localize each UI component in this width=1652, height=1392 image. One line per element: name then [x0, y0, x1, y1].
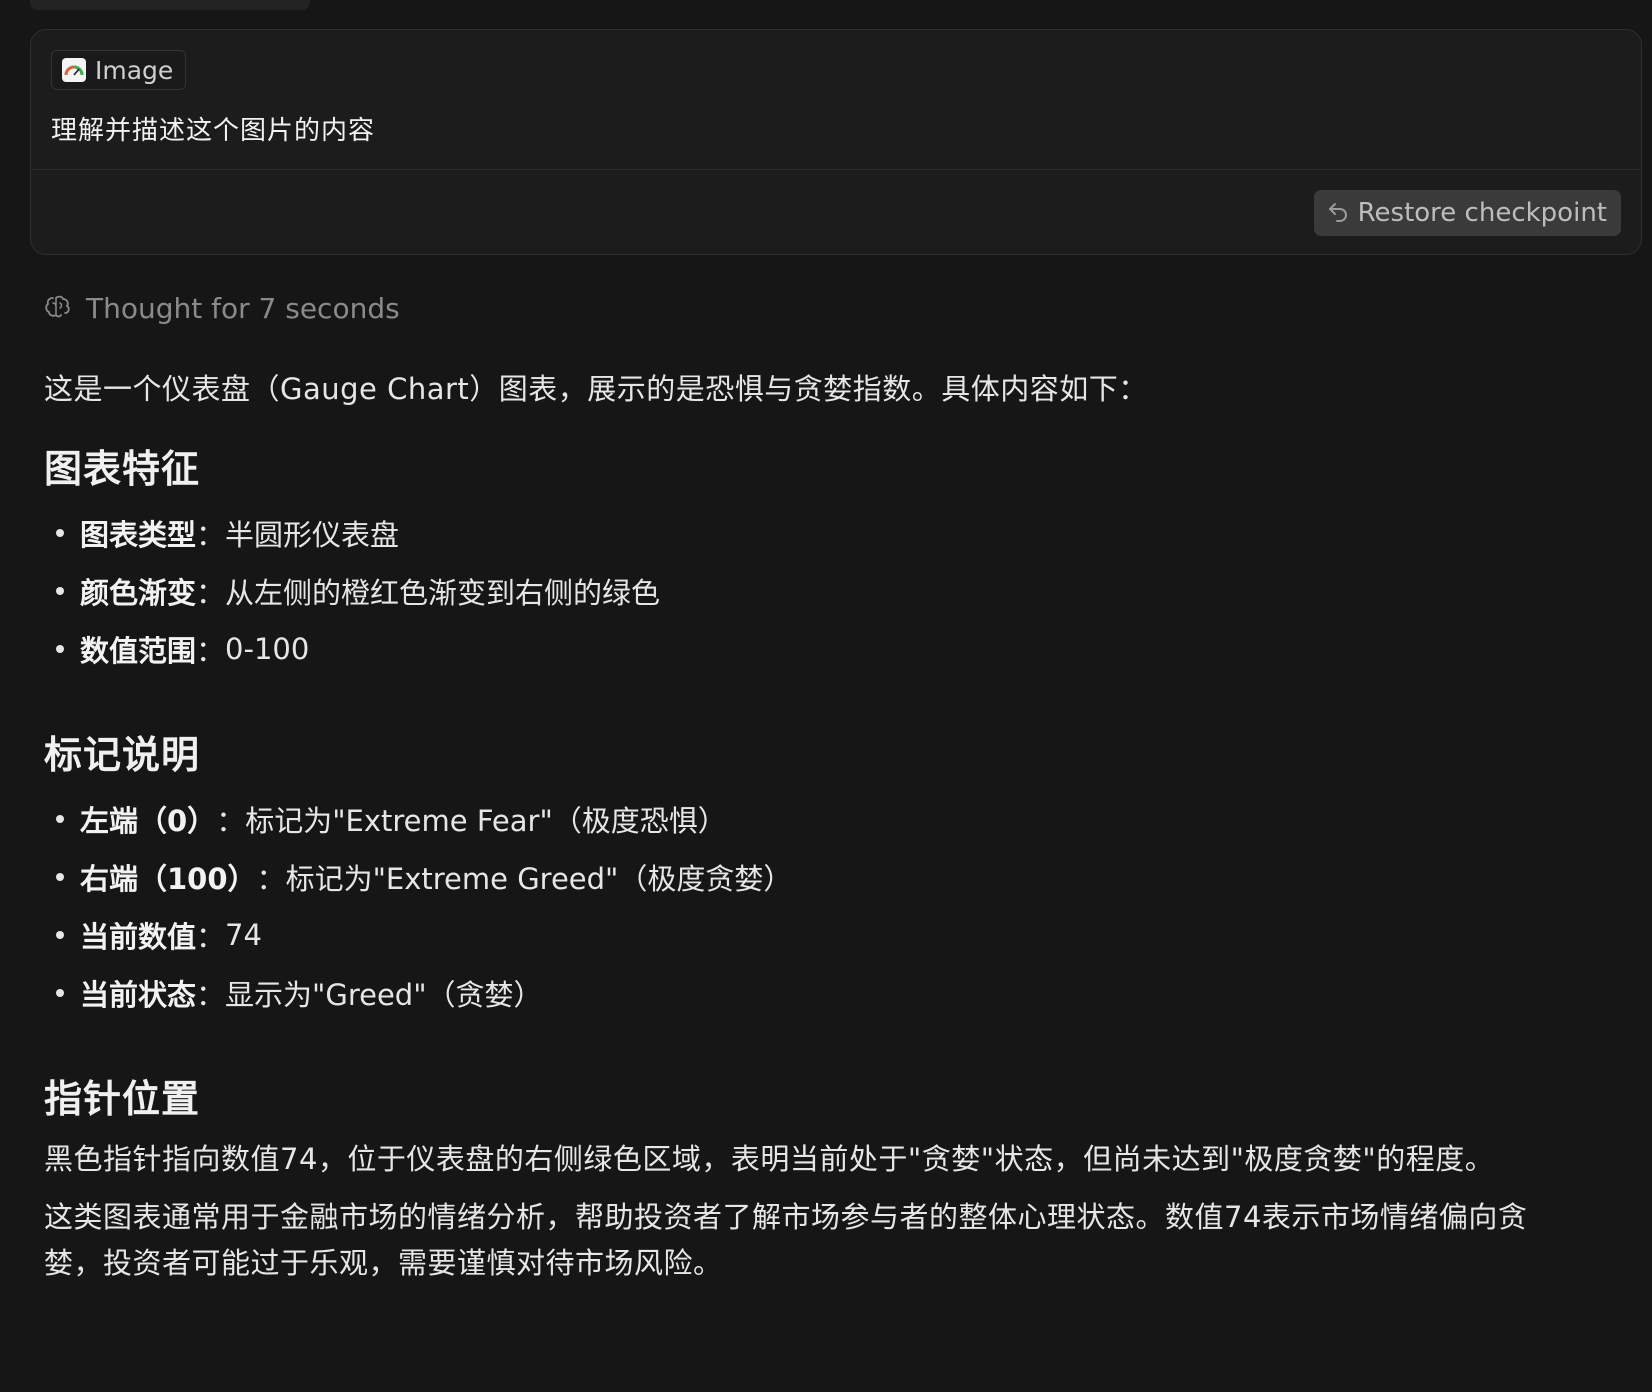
bullet-separator: ：	[196, 920, 226, 954]
list-item: 当前数值： 74	[44, 914, 262, 956]
image-attachment-chip[interactable]: Image	[51, 50, 187, 90]
bullet-key: 数值范围	[80, 634, 197, 668]
image-thumbnail-icon	[62, 58, 86, 82]
undo-arrow-icon	[1326, 199, 1350, 227]
bullet-key: 左端（0）	[80, 804, 217, 838]
thought-toggle[interactable]: Thought for 7 seconds	[44, 292, 400, 325]
bullet-dot	[56, 529, 64, 537]
bullet-dot	[56, 873, 64, 881]
attachment-label: Image	[95, 55, 174, 85]
bullet-dot	[56, 815, 64, 823]
response-paragraph: 这类图表通常用于金融市场的情绪分析，帮助投资者了解市场参与者的整体心理状态。数值…	[44, 1200, 1528, 1280]
bullet-separator: ：	[196, 576, 226, 610]
section-heading-marker-notes: 标记说明	[44, 733, 201, 777]
list-item: 图表类型：半圆形仪表盘	[44, 512, 399, 554]
card-divider	[31, 169, 1641, 170]
bullet-separator: ：	[256, 862, 286, 896]
bullet-value: 显示为"Greed"（贪婪）	[225, 978, 543, 1012]
section-heading-pointer-position: 指针位置	[44, 1077, 201, 1121]
previous-element-stub	[30, 0, 310, 10]
response-paragraph: 黑色指针指向数值74，位于仪表盘的右侧绿色区域，表明当前处于"贪婪"状态，但尚未…	[44, 1142, 1495, 1176]
restore-checkpoint-button[interactable]: Restore checkpoint	[1313, 190, 1621, 236]
bullet-key: 当前数值	[80, 920, 197, 954]
bullet-key: 右端（100）	[80, 862, 257, 896]
bullet-value: 从左侧的橙红色渐变到右侧的绿色	[225, 576, 661, 610]
thought-duration-label: Thought for 7 seconds	[86, 292, 400, 325]
bullet-separator: ：	[196, 634, 226, 668]
bullet-separator: ：	[216, 804, 246, 838]
list-item: 颜色渐变：从左侧的橙红色渐变到右侧的绿色	[44, 570, 660, 612]
user-message-card: Image 理解并描述这个图片的内容 Restore checkpoint	[30, 29, 1642, 255]
bullet-dot	[56, 645, 64, 653]
bullet-dot	[56, 587, 64, 595]
bullet-key: 当前状态	[80, 978, 197, 1012]
bullet-value: 74	[225, 918, 262, 952]
response-intro: 这是一个仪表盘（Gauge Chart）图表，展示的是恐惧与贪婪指数。具体内容如…	[44, 372, 1148, 406]
bullet-dot	[56, 931, 64, 939]
bullet-key: 图表类型	[80, 518, 197, 552]
list-item: 左端（0）：标记为"Extreme Fear"（极度恐惧）	[44, 798, 727, 840]
list-item: 右端（100）：标记为"Extreme Greed"（极度贪婪）	[44, 856, 792, 898]
bullet-separator: ：	[196, 518, 226, 552]
bullet-value: 半圆形仪表盘	[225, 518, 400, 552]
restore-checkpoint-label: Restore checkpoint	[1357, 198, 1607, 228]
user-prompt-text: 理解并描述这个图片的内容	[51, 116, 376, 146]
bullet-key: 颜色渐变	[80, 576, 197, 610]
list-item: 数值范围： 0-100	[44, 628, 309, 670]
brain-icon	[44, 294, 72, 324]
bullet-value: 0-100	[225, 632, 310, 666]
section-heading-chart-features: 图表特征	[44, 447, 201, 491]
bullet-separator: ：	[196, 978, 226, 1012]
bullet-value: 标记为"Extreme Fear"（极度恐惧）	[245, 804, 727, 838]
bullet-dot	[56, 989, 64, 997]
list-item: 当前状态：显示为"Greed"（贪婪）	[44, 972, 543, 1014]
bullet-value: 标记为"Extreme Greed"（极度贪婪）	[285, 862, 793, 896]
